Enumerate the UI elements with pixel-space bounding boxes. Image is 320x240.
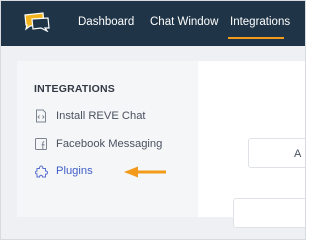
sidebar-item-install-reve-chat[interactable]: Install REVE Chat <box>34 108 146 124</box>
partial-button-text: A <box>294 148 302 160</box>
top-navigation: Dashboard Chat Window Integrations <box>1 1 305 46</box>
app-window: Dashboard Chat Window Integrations INTEG… <box>0 0 306 240</box>
sidebar-title: INTEGRATIONS <box>34 83 115 95</box>
facebook-icon <box>34 137 48 151</box>
nav-integrations[interactable]: Integrations <box>230 16 290 28</box>
nav-chat-window[interactable]: Chat Window <box>150 16 218 28</box>
sidebar-item-label: Install REVE Chat <box>56 110 146 122</box>
partial-card <box>233 198 305 228</box>
sidebar-item-facebook-messaging[interactable]: Facebook Messaging <box>34 136 162 152</box>
sidebar-item-label: Plugins <box>56 165 93 177</box>
puzzle-icon <box>34 164 48 178</box>
partial-button[interactable]: A <box>248 138 305 168</box>
sidebar-item-label: Facebook Messaging <box>56 138 163 150</box>
orange-arrow-annotation <box>124 166 166 178</box>
code-doc-icon <box>34 109 48 123</box>
active-tab-underline <box>228 37 284 39</box>
nav-dashboard[interactable]: Dashboard <box>78 16 134 28</box>
integrations-sidebar: INTEGRATIONS Install REVE Chat Facebook … <box>17 61 198 217</box>
reve-chat-logo-icon[interactable] <box>24 12 50 32</box>
sidebar-item-plugins[interactable]: Plugins <box>34 163 93 179</box>
